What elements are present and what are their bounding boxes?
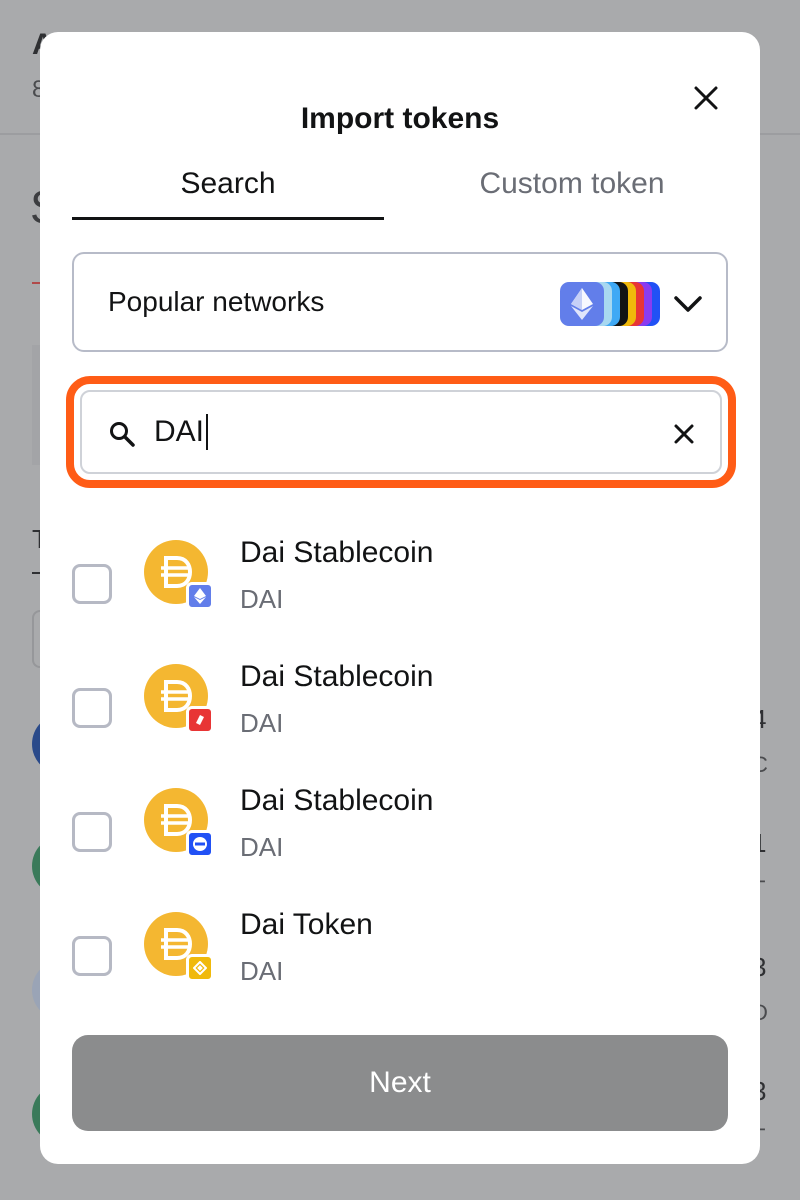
- token-name: Dai Stablecoin: [240, 784, 434, 817]
- close-icon: [694, 86, 718, 110]
- optimism-badge-icon: [186, 706, 214, 734]
- tab-custom-token[interactable]: Custom token: [416, 167, 728, 201]
- ethereum-badge-icon: [186, 582, 214, 610]
- token-list-item[interactable]: Dai Stablecoin DAI: [72, 660, 728, 764]
- search-field-focus-ring: DAI: [66, 376, 736, 488]
- search-icon: [110, 422, 135, 447]
- ethereum-icon: [560, 282, 604, 326]
- close-button[interactable]: [684, 76, 728, 120]
- chevron-down-icon: [674, 296, 702, 312]
- token-symbol: DAI: [240, 956, 284, 986]
- token-symbol: DAI: [240, 584, 284, 614]
- bnb-badge-icon: [186, 954, 214, 982]
- search-input[interactable]: DAI: [80, 390, 722, 474]
- base-badge-icon: [186, 830, 214, 858]
- token-name: Dai Stablecoin: [240, 660, 434, 693]
- token-list-item[interactable]: Dai Stablecoin DAI: [72, 784, 728, 888]
- import-tokens-modal: Import tokens Search Custom token Popula…: [40, 32, 760, 1164]
- token-list-item[interactable]: Dai Stablecoin DAI: [72, 536, 728, 640]
- active-tab-indicator: [72, 217, 384, 220]
- token-name: Dai Token: [240, 908, 373, 941]
- token-list-item[interactable]: Dai Token DAI: [72, 908, 728, 1012]
- token-checkbox[interactable]: [72, 812, 112, 852]
- tab-bar: Search Custom token: [72, 167, 728, 221]
- token-checkbox[interactable]: [72, 564, 112, 604]
- next-button[interactable]: Next: [72, 1035, 728, 1131]
- network-select-label: Popular networks: [108, 286, 325, 317]
- token-checkbox[interactable]: [72, 936, 112, 976]
- token-symbol: DAI: [240, 832, 284, 862]
- network-stack-icon: [560, 282, 664, 326]
- clear-icon[interactable]: [668, 418, 700, 450]
- tab-search[interactable]: Search: [72, 167, 384, 201]
- text-cursor: [206, 414, 209, 450]
- token-checkbox[interactable]: [72, 688, 112, 728]
- search-input-value: DAI: [154, 414, 209, 450]
- modal-title: Import tokens: [300, 102, 500, 135]
- token-symbol: DAI: [240, 708, 284, 738]
- network-select[interactable]: Popular networks: [72, 252, 728, 352]
- token-name: Dai Stablecoin: [240, 536, 434, 569]
